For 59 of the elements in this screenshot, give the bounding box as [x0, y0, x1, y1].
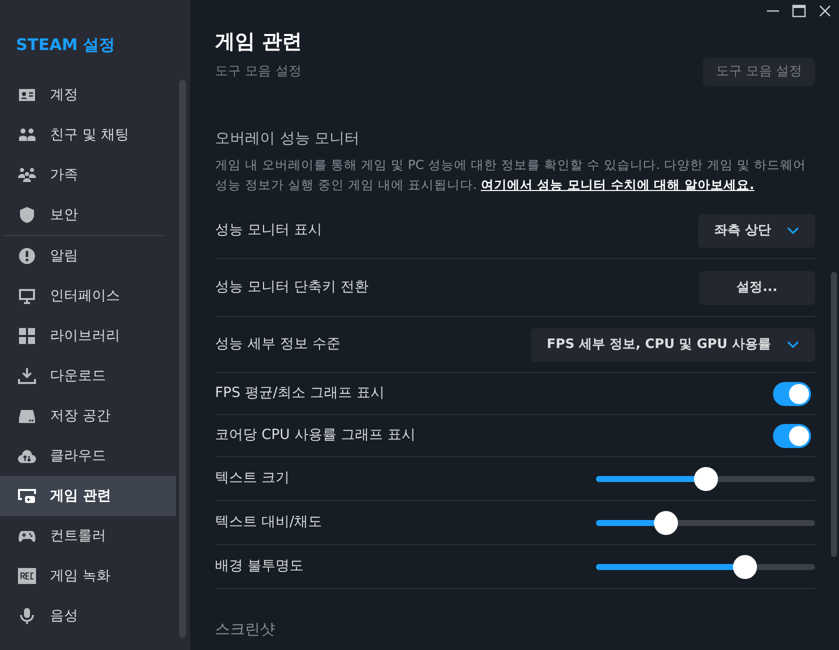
toolbar-settings-button[interactable]: 도구 모음 설정	[703, 58, 815, 86]
settings-title: STEAM 설정	[16, 34, 116, 56]
sidebar-item[interactable]: 보안	[0, 195, 176, 235]
sidebar-item[interactable]: 컨트롤러	[0, 516, 176, 556]
sidebar-item[interactable]: 게임 녹화	[0, 556, 176, 596]
rec-icon	[18, 567, 36, 585]
id-card-icon	[18, 86, 36, 104]
microphone-icon	[18, 607, 36, 625]
dropdown[interactable]: 좌측 상단	[698, 214, 815, 248]
close-icon[interactable]	[817, 3, 833, 19]
sidebar-item[interactable]: 친구 및 채팅	[0, 115, 176, 155]
sidebar-item[interactable]: 클라우드	[0, 436, 176, 476]
slider-thumb[interactable]	[694, 466, 718, 490]
section-title: 스크린샷	[215, 619, 275, 640]
chevron-down-icon	[787, 340, 799, 348]
chevron-down-icon	[787, 226, 799, 234]
sidebar-item[interactable]: 음성	[0, 596, 176, 636]
sidebar-item[interactable]: 게임 관련	[0, 476, 176, 516]
people-icon	[18, 126, 36, 144]
setting-label: 배경 불투명도	[215, 557, 304, 576]
sidebar-item[interactable]: 라이브러리	[0, 316, 176, 356]
scrollbar[interactable]	[831, 272, 837, 557]
toggle-switch[interactable]	[773, 424, 811, 448]
slider-track[interactable]	[596, 510, 815, 534]
setting-label: 성능 모니터 단축키 전환	[215, 278, 368, 297]
setting-label: 성능 세부 정보 수준	[215, 335, 340, 354]
monitor-icon	[18, 287, 36, 305]
screen-gamepad-icon	[18, 487, 36, 505]
sidebar-item[interactable]: 계정	[0, 75, 176, 115]
sidebar-item[interactable]: 인터페이스	[0, 276, 176, 316]
setting-label: 코어당 CPU 사용률 그래프 표시	[215, 426, 416, 445]
settings-button[interactable]: 설정...	[699, 270, 815, 304]
shield-icon	[18, 206, 36, 224]
slider-track[interactable]	[596, 466, 815, 490]
learn-more-link[interactable]: 여기에서 성능 모니터 수치에 대해 알아보세요.	[480, 177, 754, 192]
setting-label: 도구 모음 설정	[215, 63, 302, 82]
section-title: 오버레이 성능 모니터	[215, 128, 360, 149]
setting-label: 성능 모니터 표시	[215, 221, 322, 240]
setting-label: FPS 평균/최소 그래프 표시	[215, 384, 384, 403]
setting-label: 텍스트 대비/채도	[215, 513, 322, 532]
slider-thumb[interactable]	[654, 510, 678, 534]
sidebar-item[interactable]: 알림	[0, 236, 176, 276]
group-icon	[18, 166, 36, 184]
toggle-switch[interactable]	[773, 382, 811, 406]
sidebar-item[interactable]: 가족	[0, 155, 176, 195]
slider-thumb[interactable]	[732, 554, 757, 578]
slider-track[interactable]	[596, 554, 815, 578]
grid-icon	[18, 327, 36, 345]
sidebar-item[interactable]: 저장 공간	[0, 396, 176, 436]
drive-icon	[18, 407, 36, 425]
cloud-icon	[18, 447, 36, 465]
maximize-icon[interactable]	[791, 3, 807, 19]
download-icon	[18, 367, 36, 385]
dropdown[interactable]: FPS 세부 정보, CPU 및 GPU 사용률	[530, 328, 815, 362]
section-description: 게임 내 오버레이를 통해 게임 및 PC 성능에 대한 정보를 확인할 수 있습니다. 다양한 게임 및 하드웨어 성능 정보가 실행 중인 게임 내에 표시됩니다. 여기에서 성능 모니터 수치에 대해 알아보세요.	[215, 156, 807, 194]
exclamation-icon	[18, 247, 36, 265]
page-title: 게임 관련	[215, 28, 302, 55]
sidebar-item[interactable]: 다운로드	[0, 356, 176, 396]
setting-label: 텍스트 크기	[215, 469, 290, 488]
